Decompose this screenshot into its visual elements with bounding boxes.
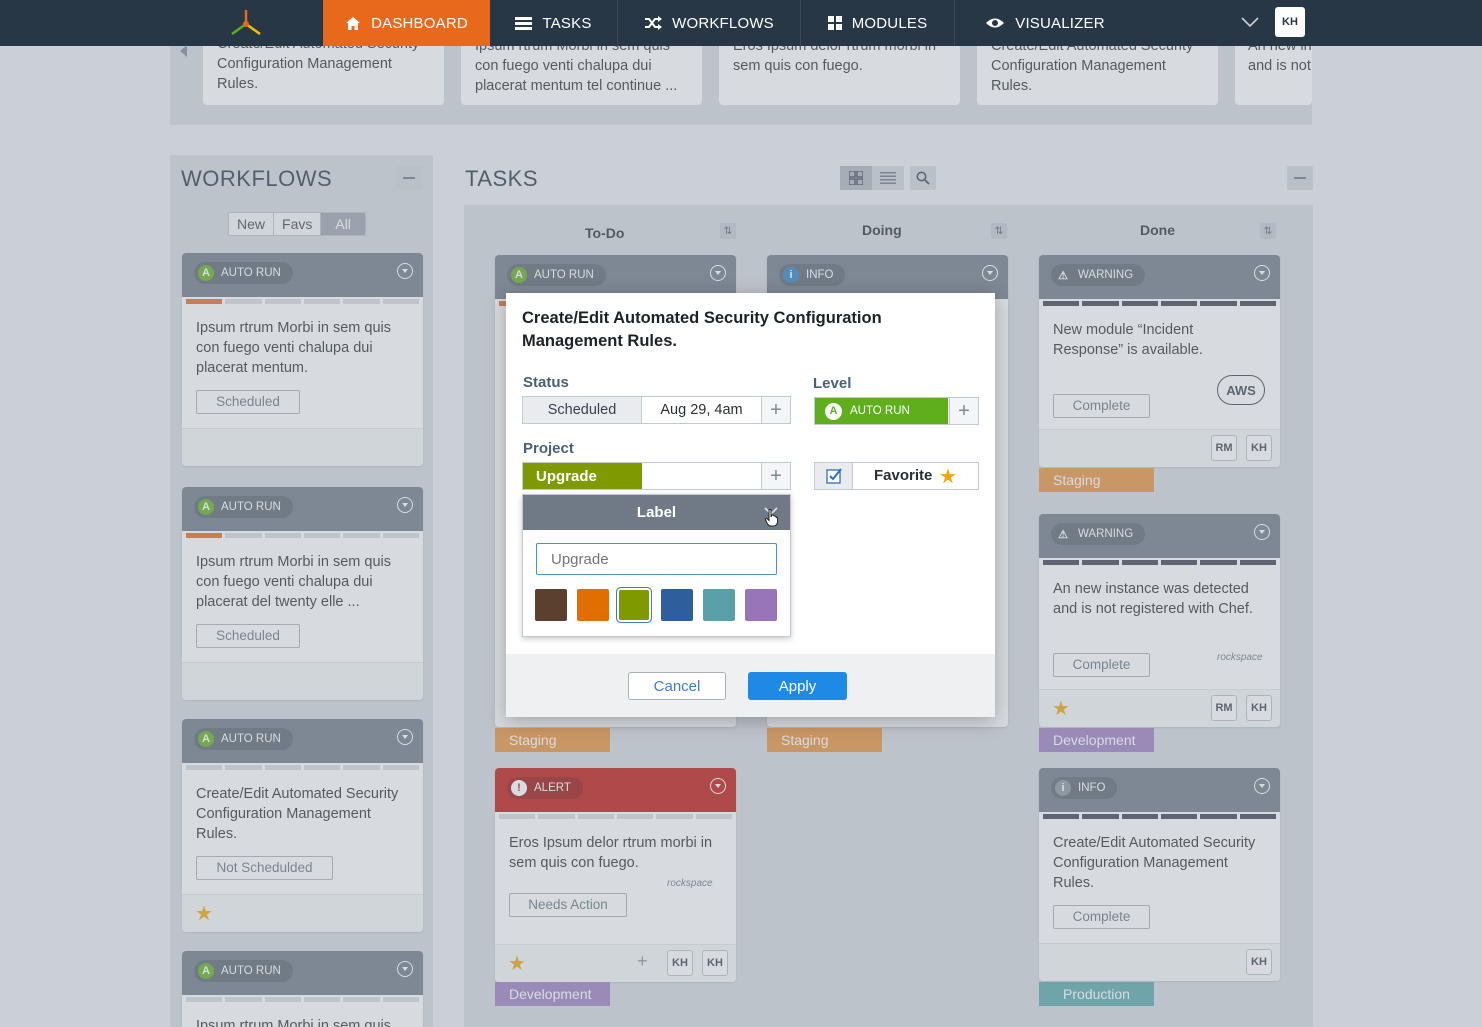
level-value-label: AUTO RUN [850,405,910,417]
user-avatar[interactable]: KH [1275,7,1305,37]
swatch-purple[interactable] [745,589,777,621]
apply-button[interactable]: Apply [748,672,847,700]
label-popup-title: Label [636,504,677,521]
top-nav: DASHBOARD TASKS WORKFLOWS MODULES VISUAL… [0,0,1482,46]
favorite-field[interactable]: Favorite ★ [814,462,979,490]
modal-title-line: Create/Edit Automated Security Configura… [522,309,882,327]
plus-icon: + [770,398,782,421]
project-add-button[interactable]: + [761,462,791,490]
nav-visualizer-label: VISUALIZER [1015,14,1105,32]
nav-workflows[interactable]: WORKFLOWS [618,0,801,46]
plus-icon: + [770,464,782,487]
tasks-icon [515,16,533,30]
cancel-button[interactable]: Cancel [628,672,726,700]
status-field[interactable]: Scheduled Aug 29, 4am + [522,396,791,424]
status-value[interactable]: Scheduled [523,397,642,423]
modal-title: Create/Edit Automated Security Configura… [522,307,882,353]
level-value[interactable]: A AUTO RUN [815,398,948,424]
nav-tasks-label: TASKS [542,14,592,32]
project-value[interactable]: Upgrade [523,463,642,489]
home-icon [346,16,361,30]
label-popup-header: Label [523,495,790,530]
level-label: Level [813,375,852,392]
level-add-button[interactable]: + [949,397,979,425]
swatch-teal[interactable] [703,589,735,621]
grid-icon [827,16,842,30]
auto-run-icon: A [825,402,842,420]
favorite-star-icon[interactable]: ★ [939,464,957,489]
hand-cursor-icon [765,509,778,527]
nav-tasks[interactable]: TASKS [490,0,618,46]
plus-icon: + [958,399,970,422]
status-date[interactable]: Aug 29, 4am [642,397,761,423]
swatch-brown[interactable] [535,589,567,621]
project-field[interactable]: Upgrade + [522,462,791,490]
status-add-button[interactable]: + [761,396,791,424]
status-label: Status [523,374,569,391]
eye-icon [986,18,1005,28]
nav-dashboard[interactable]: DASHBOARD [323,0,490,46]
level-field[interactable]: A AUTO RUN + [814,397,979,425]
favorite-checkbox[interactable] [815,463,853,489]
label-name-input[interactable] [536,543,777,575]
nav-modules-label: MODULES [851,14,928,32]
nav-dashboard-label: DASHBOARD [371,14,468,32]
swatch-orange[interactable] [577,589,609,621]
swatch-olive[interactable] [619,590,649,620]
nav-workflows-label: WORKFLOWS [672,14,774,32]
chevron-down-icon[interactable] [1240,16,1260,28]
nav-visualizer[interactable]: VISUALIZER [955,0,1135,46]
favorite-label: Favorite [874,467,933,484]
app-logo[interactable] [226,6,266,40]
checkbox-checked-icon [825,468,842,484]
shuffle-icon [645,16,663,30]
project-label: Project [523,440,574,457]
nav-modules[interactable]: MODULES [801,0,955,46]
modal-title-line: Management Rules. [522,332,677,350]
swatch-blue[interactable] [661,589,693,621]
label-popup: Label [522,494,791,637]
